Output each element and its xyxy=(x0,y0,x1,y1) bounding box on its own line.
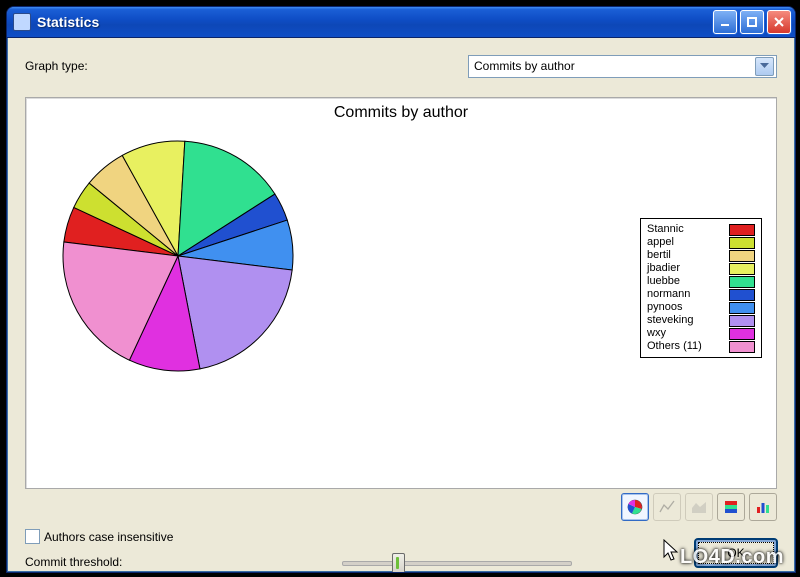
app-icon xyxy=(13,13,31,31)
legend-label: normann xyxy=(647,288,723,301)
close-button[interactable] xyxy=(767,10,791,34)
slider-thumb[interactable] xyxy=(392,553,405,573)
legend-item: Others (11) xyxy=(647,340,755,353)
window-buttons xyxy=(713,10,791,34)
commit-threshold-label: Commit threshold: xyxy=(25,555,122,569)
authors-case-label: Authors case insensitive xyxy=(44,530,173,544)
titlebar[interactable]: Statistics xyxy=(7,7,795,38)
legend-label: luebbe xyxy=(647,275,723,288)
authors-case-checkbox[interactable] xyxy=(25,529,40,544)
legend-item: Stannic xyxy=(647,223,755,236)
graph-type-value: Commits by author xyxy=(474,59,575,73)
legend-label: bertil xyxy=(647,249,723,262)
pie-chart xyxy=(60,138,296,374)
maximize-button[interactable] xyxy=(740,10,764,34)
legend-label: Others (11) xyxy=(647,340,723,353)
legend-swatch xyxy=(729,289,755,301)
graph-frame: Commits by author Stannicappelbertiljbad… xyxy=(25,97,777,489)
legend-swatch xyxy=(729,276,755,288)
legend-label: wxy xyxy=(647,327,723,340)
legend-label: pynoos xyxy=(647,301,723,314)
legend-swatch xyxy=(729,328,755,340)
legend-item: wxy xyxy=(647,327,755,340)
legend-swatch xyxy=(729,263,755,275)
legend-swatch xyxy=(729,302,755,314)
minimize-button[interactable] xyxy=(713,10,737,34)
pie-chart-button[interactable] xyxy=(621,493,649,521)
chart-type-toolbar xyxy=(621,493,777,521)
legend-label: jbadier xyxy=(647,262,723,275)
ok-label: OK xyxy=(727,546,744,560)
bar-chart-button[interactable] xyxy=(749,493,777,521)
slider-track xyxy=(342,561,572,566)
graph-type-row: Graph type: Commits by author xyxy=(25,55,777,77)
legend-item: bertil xyxy=(647,249,755,262)
legend-swatch xyxy=(729,250,755,262)
legend-item: luebbe xyxy=(647,275,755,288)
stacked-bar-button[interactable] xyxy=(717,493,745,521)
legend-swatch xyxy=(729,237,755,249)
legend-swatch xyxy=(729,224,755,236)
ok-button[interactable]: OK xyxy=(695,539,777,567)
window-title: Statistics xyxy=(37,14,713,30)
legend-label: steveking xyxy=(647,314,723,327)
chevron-down-icon xyxy=(755,57,774,76)
legend-item: pynoos xyxy=(647,301,755,314)
client-area: Graph type: Commits by author Commits by… xyxy=(11,41,791,568)
authors-case-row: Authors case insensitive xyxy=(25,529,173,544)
chart-title: Commits by author xyxy=(26,104,776,122)
legend-label: Stannic xyxy=(647,223,723,236)
legend-item: normann xyxy=(647,288,755,301)
line-chart-button[interactable] xyxy=(653,493,681,521)
window-frame: Statistics Graph type: Commits by author xyxy=(6,6,796,573)
commit-threshold-slider[interactable] xyxy=(342,551,572,573)
legend-item: appel xyxy=(647,236,755,249)
legend-swatch xyxy=(729,341,755,353)
legend-item: steveking xyxy=(647,314,755,327)
legend-swatch xyxy=(729,315,755,327)
graph-type-select[interactable]: Commits by author xyxy=(468,55,777,78)
legend-label: appel xyxy=(647,236,723,249)
commit-threshold-row: Commit threshold: xyxy=(25,551,777,573)
graph-type-label: Graph type: xyxy=(25,59,88,73)
legend-item: jbadier xyxy=(647,262,755,275)
legend: Stannicappelbertiljbadierluebbenormannpy… xyxy=(640,218,762,358)
area-chart-button[interactable] xyxy=(685,493,713,521)
